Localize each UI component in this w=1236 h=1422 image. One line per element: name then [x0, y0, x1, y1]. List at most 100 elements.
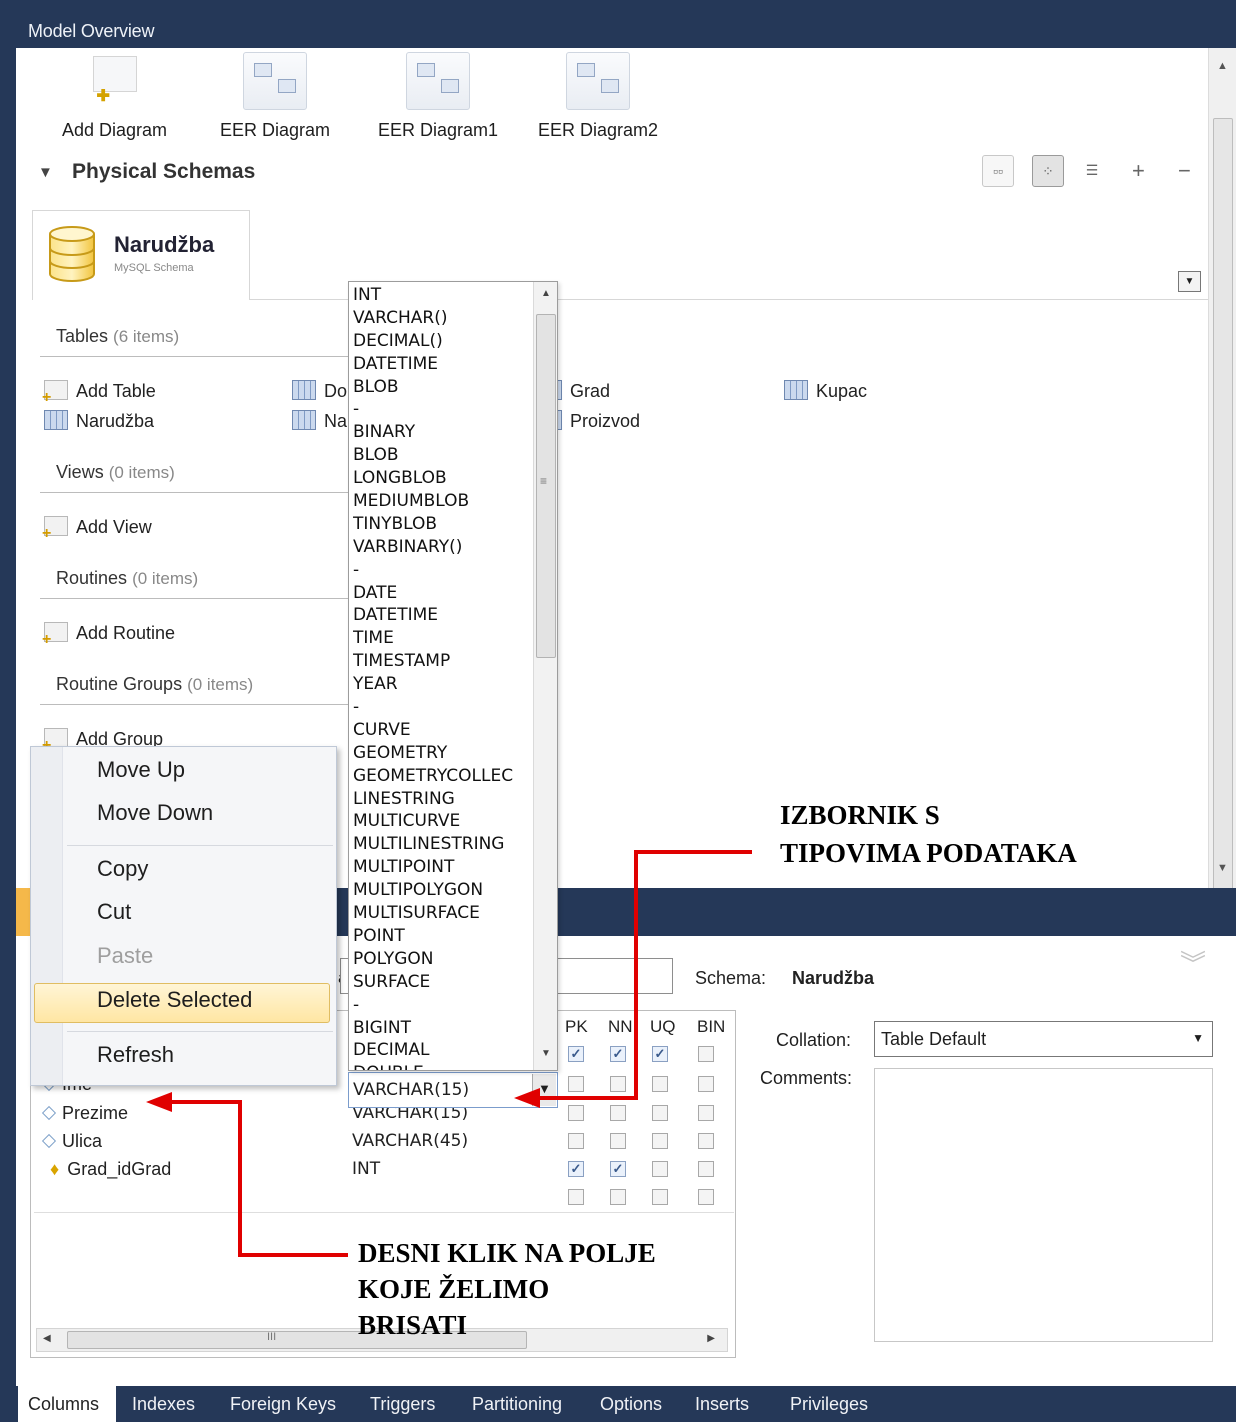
grid-header-nn[interactable]: NN	[608, 1017, 633, 1037]
checkbox-pk[interactable]	[568, 1189, 584, 1205]
datatype-option[interactable]: DATETIME	[353, 353, 531, 376]
add-table-button[interactable]: Add Table	[42, 380, 156, 407]
tab-foreign-keys[interactable]: Foreign Keys	[230, 1394, 336, 1415]
scroll-left-icon[interactable]: ◀	[43, 1333, 51, 1344]
checkbox-pk[interactable]	[568, 1076, 584, 1092]
datatype-option[interactable]: INT	[353, 284, 531, 307]
column-name-prezime[interactable]: Prezime	[41, 1103, 128, 1124]
datatype-option[interactable]: BINARY	[353, 421, 531, 444]
table-item[interactable]: Na	[292, 410, 347, 432]
checkbox-bin[interactable]	[698, 1046, 714, 1062]
datatype-option[interactable]: DATETIME	[353, 604, 531, 627]
datatype-option[interactable]: DATE	[353, 582, 531, 605]
checkbox-bin[interactable]	[698, 1161, 714, 1177]
checkbox-pk[interactable]: ✓	[568, 1161, 584, 1177]
datatype-option[interactable]: CURVE	[353, 719, 531, 742]
column-name-grad-idgrad[interactable]: ♦ Grad_idGrad	[50, 1159, 171, 1180]
checkbox-uq[interactable]: ✓	[652, 1046, 668, 1062]
large-icons-view-button[interactable]: ▫▫	[982, 155, 1014, 187]
dropdown-arrow-icon[interactable]: ▼	[532, 1074, 556, 1106]
datatype-list-scrollbar[interactable]: ▲ ≡ ▼	[533, 282, 557, 1070]
tab-indexes[interactable]: Indexes	[132, 1394, 195, 1415]
scroll-up-icon[interactable]: ▲	[1217, 60, 1228, 72]
datatype-option[interactable]: MULTIPOINT	[353, 856, 531, 879]
tab-partitioning[interactable]: Partitioning	[472, 1394, 562, 1415]
datatype-option[interactable]: SURFACE	[353, 971, 531, 994]
checkbox-uq[interactable]	[652, 1076, 668, 1092]
scroll-up-icon[interactable]: ▲	[541, 288, 551, 299]
checkbox-uq[interactable]	[652, 1189, 668, 1205]
menu-item-move-up[interactable]: Move Up	[97, 757, 185, 783]
checkbox-nn[interactable]	[610, 1105, 626, 1121]
add-diagram-button[interactable]: ✚ Add Diagram	[62, 52, 167, 141]
scroll-right-icon[interactable]: ▶	[707, 1333, 715, 1344]
tab-columns[interactable]: Columns	[18, 1386, 116, 1422]
checkbox-uq[interactable]	[652, 1161, 668, 1177]
eer-diagram-item[interactable]: EER Diagram	[220, 52, 330, 141]
datatype-option[interactable]: LONGBLOB	[353, 467, 531, 490]
scroll-down-icon[interactable]: ▼	[1217, 862, 1228, 874]
collapse-triangle-icon[interactable]: ▼	[38, 164, 53, 181]
tab-inserts[interactable]: Inserts	[695, 1394, 749, 1415]
scroll-thumb[interactable]	[1213, 118, 1233, 898]
checkbox-uq[interactable]	[652, 1133, 668, 1149]
checkbox-bin[interactable]	[698, 1105, 714, 1121]
column-type[interactable]: INT	[352, 1159, 380, 1179]
datatype-option[interactable]: VARBINARY()	[353, 536, 531, 559]
table-item-kupac[interactable]: Kupac	[784, 380, 867, 402]
datatype-option[interactable]: TINYBLOB	[353, 513, 531, 536]
checkbox-pk[interactable]	[568, 1133, 584, 1149]
datatype-option[interactable]: TIMESTAMP	[353, 650, 531, 673]
checkbox-nn[interactable]	[610, 1189, 626, 1205]
collapse-chevron-icon[interactable]: ︾	[1180, 951, 1206, 977]
datatype-option[interactable]: POLYGON	[353, 948, 531, 971]
datatype-option[interactable]: MULTIPOLYGON	[353, 879, 531, 902]
datatype-option[interactable]: LINESTRING	[353, 788, 531, 811]
table-item[interactable]: Do	[292, 380, 347, 402]
grid-header-pk[interactable]: PK	[565, 1017, 588, 1037]
datatype-option[interactable]: MULTISURFACE	[353, 902, 531, 925]
datatype-option[interactable]: MEDIUMBLOB	[353, 490, 531, 513]
datatype-option[interactable]: BLOB	[353, 444, 531, 467]
menu-item-copy[interactable]: Copy	[97, 856, 148, 882]
menu-item-delete-label[interactable]: Delete Selected	[97, 987, 252, 1013]
checkbox-nn[interactable]	[610, 1076, 626, 1092]
menu-item-cut[interactable]: Cut	[97, 899, 131, 925]
datatype-option[interactable]: GEOMETRYCOLLEC	[353, 765, 531, 788]
column-type[interactable]: VARCHAR(45)	[352, 1131, 468, 1151]
tab-privileges[interactable]: Privileges	[790, 1394, 868, 1415]
comments-textarea[interactable]	[874, 1068, 1213, 1342]
grid-header-bin[interactable]: BIN	[697, 1017, 725, 1037]
checkbox-bin[interactable]	[698, 1076, 714, 1092]
checkbox-uq[interactable]	[652, 1105, 668, 1121]
column-name-ulica[interactable]: Ulica	[41, 1131, 102, 1152]
list-view-button[interactable]: ☰	[1076, 155, 1108, 187]
remove-schema-button[interactable]: −	[1178, 158, 1191, 184]
checkbox-nn[interactable]	[610, 1133, 626, 1149]
checkbox-nn[interactable]: ✓	[610, 1161, 626, 1177]
scroll-down-icon[interactable]: ▼	[541, 1048, 551, 1059]
datatype-option[interactable]: POINT	[353, 925, 531, 948]
collation-select[interactable]: Table Default ▼	[874, 1021, 1213, 1057]
datatype-dropdown-list[interactable]: INT VARCHAR() DECIMAL() DATETIME BLOB - BINARY…	[348, 281, 558, 1071]
datatype-option[interactable]: GEOMETRY	[353, 742, 531, 765]
tab-triggers[interactable]: Triggers	[370, 1394, 435, 1415]
column-type-combobox[interactable]: VARCHAR(15) ▼	[348, 1072, 558, 1108]
datatype-option[interactable]: DECIMAL()	[353, 330, 531, 353]
eer-diagram2-item[interactable]: EER Diagram2	[538, 52, 658, 141]
small-icons-view-button[interactable]: ⁘	[1032, 155, 1064, 187]
datatype-option[interactable]: VARCHAR()	[353, 307, 531, 330]
grid-header-uq[interactable]: UQ	[650, 1017, 676, 1037]
datatype-option[interactable]: BIGINT	[353, 1017, 531, 1040]
datatype-option[interactable]: TIME	[353, 627, 531, 650]
add-schema-button[interactable]: +	[1132, 158, 1145, 184]
checkbox-bin[interactable]	[698, 1133, 714, 1149]
menu-item-refresh[interactable]: Refresh	[97, 1042, 174, 1068]
datatype-option[interactable]: DOUBLE	[353, 1062, 531, 1070]
add-view-button[interactable]: Add View	[42, 516, 152, 543]
checkbox-bin[interactable]	[698, 1189, 714, 1205]
add-routine-button[interactable]: Add Routine	[42, 622, 175, 649]
datatype-option[interactable]: BLOB	[353, 376, 531, 399]
datatype-option[interactable]: MULTICURVE	[353, 810, 531, 833]
menu-item-move-down[interactable]: Move Down	[97, 800, 213, 826]
